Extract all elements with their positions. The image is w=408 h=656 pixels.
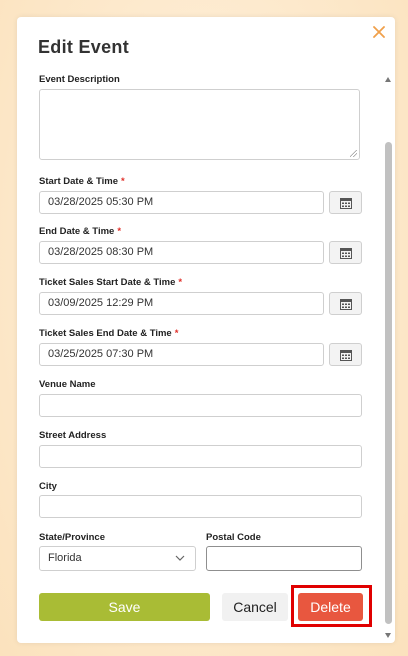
modal-title: Edit Event [38, 37, 130, 57]
venue-name-label: Venue Name [39, 379, 96, 390]
calendar-icon [340, 198, 352, 209]
ticket-end-label: Ticket Sales End Date & Time * [39, 328, 179, 339]
ticket-start-input[interactable]: 03/09/2025 12:29 PM [39, 292, 324, 315]
ticket-start-calendar-button[interactable] [329, 292, 362, 315]
city-input[interactable] [39, 495, 362, 518]
postal-code-input[interactable] [206, 546, 362, 571]
scrollbar-thumb[interactable] [385, 142, 392, 624]
resize-grip-icon[interactable] [350, 150, 357, 157]
start-calendar-button[interactable] [329, 191, 362, 214]
start-datetime-label: Start Date & Time * [39, 176, 125, 187]
ticket-start-label: Ticket Sales Start Date & Time * [39, 277, 183, 288]
cancel-button[interactable]: Cancel [222, 593, 288, 621]
required-marker: * [178, 277, 183, 288]
end-datetime-input[interactable]: 03/28/2025 08:30 PM [39, 241, 324, 264]
state-selected-value: Florida [48, 552, 82, 564]
required-marker: * [174, 328, 179, 339]
end-datetime-label: End Date & Time * [39, 226, 122, 237]
start-datetime-input[interactable]: 03/28/2025 05:30 PM [39, 191, 324, 214]
state-select[interactable]: Florida [39, 546, 196, 571]
close-icon[interactable] [372, 25, 386, 39]
edit-event-modal: Edit Event Event Description Start Date … [17, 17, 395, 643]
required-marker: * [117, 226, 122, 237]
chevron-down-icon [175, 555, 185, 561]
scroll-down-arrow-icon[interactable] [385, 633, 391, 638]
street-address-label: Street Address [39, 430, 107, 441]
city-label: City [39, 481, 57, 492]
end-calendar-button[interactable] [329, 241, 362, 264]
required-marker: * [121, 176, 125, 187]
street-address-input[interactable] [39, 445, 362, 468]
ticket-end-input[interactable]: 03/25/2025 07:30 PM [39, 343, 324, 366]
ticket-end-calendar-button[interactable] [329, 343, 362, 366]
state-label: State/Province [39, 532, 105, 543]
calendar-icon [340, 299, 352, 310]
venue-name-input[interactable] [39, 394, 362, 417]
calendar-icon [340, 248, 352, 259]
delete-button-highlight [291, 585, 372, 627]
postal-code-label: Postal Code [206, 532, 261, 543]
save-button[interactable]: Save [39, 593, 210, 621]
scroll-up-arrow-icon[interactable] [385, 77, 391, 82]
event-description-textarea[interactable] [39, 89, 360, 160]
event-description-label: Event Description [39, 74, 120, 85]
calendar-icon [340, 350, 352, 361]
scrollbar[interactable] [384, 75, 393, 640]
